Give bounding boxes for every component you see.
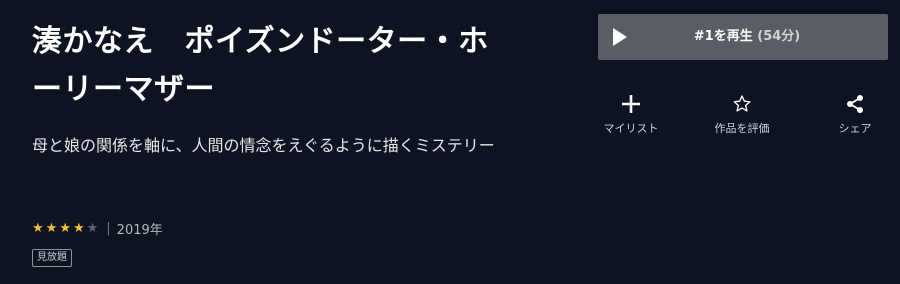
release-year: 2019年 xyxy=(116,223,163,238)
rate-label: 作品を評価 xyxy=(714,122,770,135)
rate-button[interactable]: 作品を評価 xyxy=(697,92,787,136)
mylist-label: マイリスト xyxy=(603,122,659,135)
play-button-label: #1を再生 (54分) xyxy=(598,14,888,60)
description: 母と娘の関係を軸に、人間の情念をえぐるように描くミステリー xyxy=(32,136,495,155)
page-title: 湊かなえ ポイズンドーター・ホーリーマザー xyxy=(32,24,489,107)
plus-icon xyxy=(586,92,676,116)
star-filled-icon: ★ xyxy=(32,220,44,236)
share-label: シェア xyxy=(838,122,872,135)
star-filled-icon: ★ xyxy=(72,220,85,236)
star-empty-icon: ★ xyxy=(86,220,99,236)
meta-row: ★ ★ ★ ★ ★ | 2019年 xyxy=(32,219,163,238)
play-episode-button[interactable]: #1を再生 (54分) xyxy=(598,14,888,60)
mylist-button[interactable]: マイリスト xyxy=(586,92,676,136)
rating-stars: ★ ★ ★ ★ ★ xyxy=(32,220,99,236)
share-button[interactable]: シェア xyxy=(810,92,900,136)
action-bar: マイリスト 作品を評価 シェア xyxy=(590,92,890,142)
star-outline-icon xyxy=(697,92,787,116)
play-label-text: #1を再生 xyxy=(693,29,753,44)
availability-badge: 見放題 xyxy=(32,249,72,267)
share-icon xyxy=(810,92,900,116)
divider: | xyxy=(106,221,111,236)
star-filled-icon: ★ xyxy=(45,220,58,236)
star-filled-icon: ★ xyxy=(59,220,71,236)
play-duration: (54分) xyxy=(757,29,801,44)
